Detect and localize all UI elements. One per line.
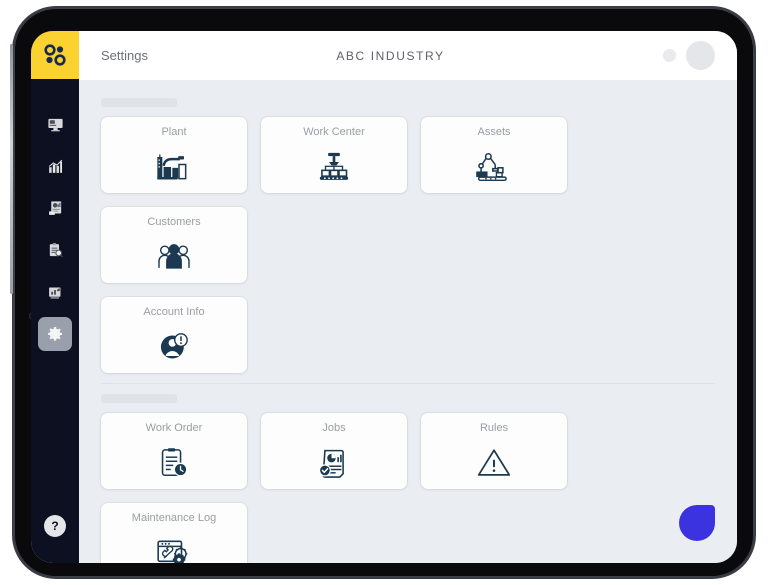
sidebar-item-analytics[interactable] [38,149,72,183]
settings-content: Plant Work Center Assets Customers Accou… [79,80,737,563]
section-1-card-grid-row2: Account Info [101,297,715,373]
card-label: Work Order [145,422,203,434]
card-customers[interactable]: Customers [101,207,247,283]
sidebar-item-settings[interactable] [38,317,72,351]
sidebar: ? [31,31,79,563]
report-check-icon [315,437,353,489]
notification-dot[interactable] [663,49,676,62]
clipboard-search-icon [49,242,63,257]
account-alert-icon [156,321,192,373]
topbar: Settings ABC INDUSTRY [79,31,737,80]
section-1-placeholder-label [101,98,177,107]
four-circles-logo-icon [44,44,66,66]
card-label: Assets [477,126,511,138]
card-label: Rules [479,422,509,434]
bar-chart-icon [48,159,62,173]
monitor-icon [47,118,63,131]
sidebar-nav [38,101,72,515]
clipboard-clock-icon [156,437,192,489]
card-label: Maintenance Log [131,512,217,524]
card-work-order[interactable]: Work Order [101,413,247,489]
avatar[interactable] [686,41,715,70]
topbar-actions [663,41,715,70]
screenshot-stage: ? Settings ABC INDUSTRY Plant Work Cente… [0,0,768,585]
section-1-card-grid: Plant Work Center Assets Customers [101,117,715,283]
help-button[interactable]: ? [44,515,66,537]
warning-triangle-icon [475,437,513,489]
robot-arm-icon [473,141,515,193]
sidebar-item-insights[interactable] [38,275,72,309]
card-maintenance-log[interactable]: Maintenance Log [101,503,247,563]
people-group-icon [154,231,194,283]
section-2-card-grid: Work Order Jobs Rules Maintenance Log [101,413,715,563]
analytics-icon [48,287,60,298]
card-label: Work Center [303,126,365,138]
sidebar-item-tasks[interactable] [38,233,72,267]
app-logo[interactable] [31,31,79,79]
card-assets[interactable]: Assets [421,117,567,193]
main-area: Settings ABC INDUSTRY Plant Work Center … [79,31,737,563]
card-label: Plant [161,126,187,138]
sidebar-item-monitor[interactable] [38,107,72,141]
factory-icon [154,141,194,193]
card-label: Customers [147,216,201,228]
gear-icon [48,326,63,341]
chat-fab[interactable] [679,505,715,541]
report-chart-icon [48,200,61,215]
sidebar-item-reports[interactable] [38,191,72,225]
card-jobs[interactable]: Jobs [261,413,407,489]
card-plant[interactable]: Plant [101,117,247,193]
section-2-placeholder-label [101,394,177,403]
card-account-info[interactable]: Account Info [101,297,247,373]
company-name: ABC INDUSTRY [336,48,445,63]
section-divider [101,383,715,384]
card-label: Jobs [322,422,346,434]
card-work-center[interactable]: Work Center [261,117,407,193]
card-label: Account Info [143,306,205,318]
card-rules[interactable]: Rules [421,413,567,489]
work-center-icon [314,141,354,193]
window-gear-wrench-icon [154,527,194,563]
tablet-device-frame: ? Settings ABC INDUSTRY Plant Work Cente… [10,8,754,577]
tablet-screen: ? Settings ABC INDUSTRY Plant Work Cente… [31,31,737,563]
